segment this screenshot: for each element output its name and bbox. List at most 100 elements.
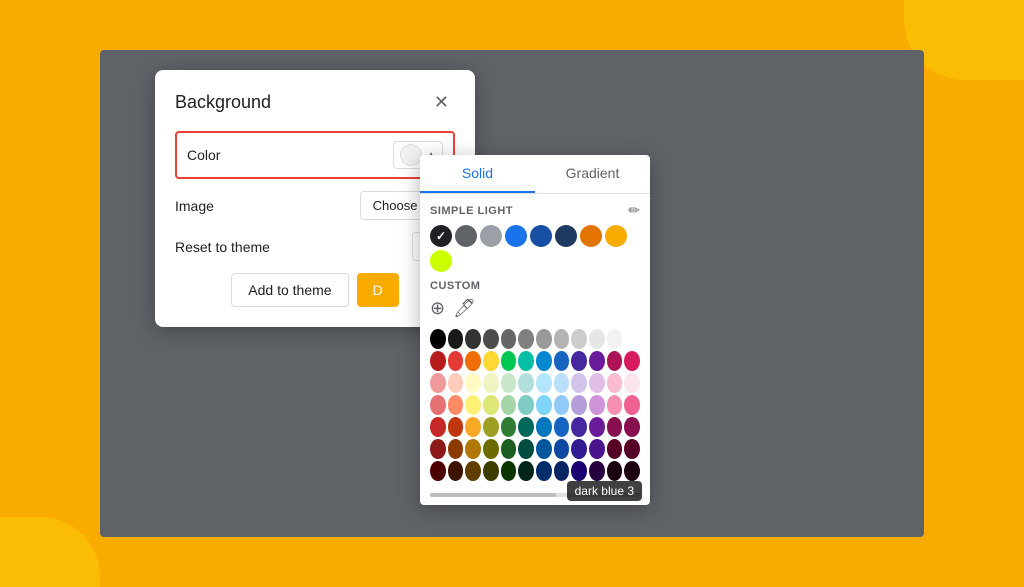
color-grid-dot[interactable]	[501, 351, 517, 371]
color-grid-dot[interactable]	[536, 439, 552, 459]
color-grid-dot[interactable]	[483, 395, 499, 415]
theme-color-dot[interactable]	[580, 225, 602, 247]
color-grid-dot[interactable]	[589, 351, 605, 371]
color-grid-dot[interactable]	[465, 395, 481, 415]
theme-color-dot[interactable]	[555, 225, 577, 247]
color-grid-dot[interactable]	[448, 417, 464, 437]
color-grid-dot[interactable]	[483, 373, 499, 393]
color-grid-dot[interactable]	[589, 329, 605, 349]
color-grid-dot[interactable]	[536, 373, 552, 393]
tab-solid[interactable]: Solid	[420, 155, 535, 193]
color-grid-dot[interactable]	[624, 329, 640, 349]
color-grid-dot[interactable]	[624, 395, 640, 415]
done-button[interactable]: D	[357, 273, 399, 307]
color-grid-dot[interactable]	[430, 373, 446, 393]
color-grid-dot[interactable]	[554, 439, 570, 459]
color-grid-dot[interactable]	[536, 351, 552, 371]
color-grid-dot[interactable]	[536, 395, 552, 415]
color-grid-dot[interactable]	[589, 395, 605, 415]
close-button[interactable]: ✕	[428, 90, 455, 115]
color-grid-dot[interactable]	[554, 373, 570, 393]
color-grid-dot[interactable]	[624, 351, 640, 371]
color-grid-dot[interactable]	[607, 417, 623, 437]
add-to-theme-button[interactable]: Add to theme	[231, 273, 348, 307]
color-grid-dot[interactable]	[501, 395, 517, 415]
color-grid-dot[interactable]	[483, 329, 499, 349]
color-grid-dot[interactable]	[554, 417, 570, 437]
color-grid-dot[interactable]	[571, 417, 587, 437]
color-grid-dot[interactable]	[483, 417, 499, 437]
color-grid-dot[interactable]	[448, 395, 464, 415]
color-grid-dot[interactable]	[518, 329, 534, 349]
color-grid-dot[interactable]	[501, 461, 517, 481]
color-grid-dot[interactable]	[483, 439, 499, 459]
color-grid-dot[interactable]	[448, 351, 464, 371]
color-grid-dot[interactable]	[571, 395, 587, 415]
theme-color-dot[interactable]	[430, 225, 452, 247]
edit-icon[interactable]: ✏	[628, 202, 640, 219]
color-grid-dot[interactable]	[465, 351, 481, 371]
color-grid-dot[interactable]	[624, 417, 640, 437]
theme-color-dot[interactable]	[480, 225, 502, 247]
color-grid-dot[interactable]	[571, 351, 587, 371]
color-grid-dot[interactable]	[501, 417, 517, 437]
color-grid-dot[interactable]	[571, 373, 587, 393]
color-grid-dot[interactable]	[589, 373, 605, 393]
tab-gradient[interactable]: Gradient	[535, 155, 650, 193]
color-grid-dot[interactable]	[448, 439, 464, 459]
color-grid-dot[interactable]	[448, 461, 464, 481]
color-grid-dot[interactable]	[571, 439, 587, 459]
color-grid-dot[interactable]	[448, 329, 464, 349]
color-grid-dot[interactable]	[483, 351, 499, 371]
color-grid-dot[interactable]	[430, 351, 446, 371]
theme-color-dot[interactable]	[530, 225, 552, 247]
color-grid-dot[interactable]	[624, 373, 640, 393]
color-grid-dot[interactable]	[607, 439, 623, 459]
color-grid-dot[interactable]	[448, 373, 464, 393]
theme-color-dot[interactable]	[505, 225, 527, 247]
picker-scrollbar[interactable]	[430, 493, 640, 497]
theme-color-dot[interactable]	[455, 225, 477, 247]
color-grid-dot[interactable]	[536, 329, 552, 349]
color-grid-dot[interactable]	[607, 461, 623, 481]
color-grid-dot[interactable]	[589, 461, 605, 481]
color-grid-dot[interactable]	[518, 395, 534, 415]
color-grid-dot[interactable]	[430, 395, 446, 415]
theme-color-dot[interactable]	[605, 225, 627, 247]
color-grid-dot[interactable]	[483, 461, 499, 481]
color-grid-dot[interactable]	[465, 417, 481, 437]
color-grid-dot[interactable]	[589, 417, 605, 437]
color-grid-dot[interactable]	[518, 439, 534, 459]
color-grid-dot[interactable]	[607, 373, 623, 393]
color-grid-dot[interactable]	[465, 329, 481, 349]
color-grid-dot[interactable]	[518, 417, 534, 437]
color-grid-dot[interactable]	[554, 351, 570, 371]
color-grid-dot[interactable]	[430, 417, 446, 437]
color-grid-dot[interactable]	[554, 329, 570, 349]
color-grid-dot[interactable]	[536, 417, 552, 437]
color-grid-dot[interactable]	[430, 461, 446, 481]
color-grid-dot[interactable]	[607, 395, 623, 415]
color-grid-dot[interactable]	[465, 461, 481, 481]
color-grid-dot[interactable]	[465, 439, 481, 459]
color-grid-dot[interactable]	[465, 373, 481, 393]
color-grid-dot[interactable]	[430, 329, 446, 349]
color-grid-dot[interactable]	[571, 461, 587, 481]
color-grid-dot[interactable]	[607, 329, 623, 349]
theme-color-dot[interactable]	[430, 250, 452, 272]
color-grid-dot[interactable]	[607, 351, 623, 371]
color-grid-dot[interactable]	[518, 461, 534, 481]
color-grid-dot[interactable]	[589, 439, 605, 459]
color-grid-dot[interactable]	[536, 461, 552, 481]
color-grid-dot[interactable]	[554, 395, 570, 415]
color-grid-dot[interactable]	[554, 461, 570, 481]
color-grid-dot[interactable]	[624, 439, 640, 459]
eyedropper-button[interactable]: 🖊	[453, 298, 476, 319]
color-grid-dot[interactable]	[501, 329, 517, 349]
color-grid-dot[interactable]	[518, 373, 534, 393]
color-grid-dot[interactable]	[624, 461, 640, 481]
color-grid-dot[interactable]	[518, 351, 534, 371]
color-grid-dot[interactable]	[571, 329, 587, 349]
color-grid-dot[interactable]	[501, 373, 517, 393]
color-grid-dot[interactable]	[501, 439, 517, 459]
